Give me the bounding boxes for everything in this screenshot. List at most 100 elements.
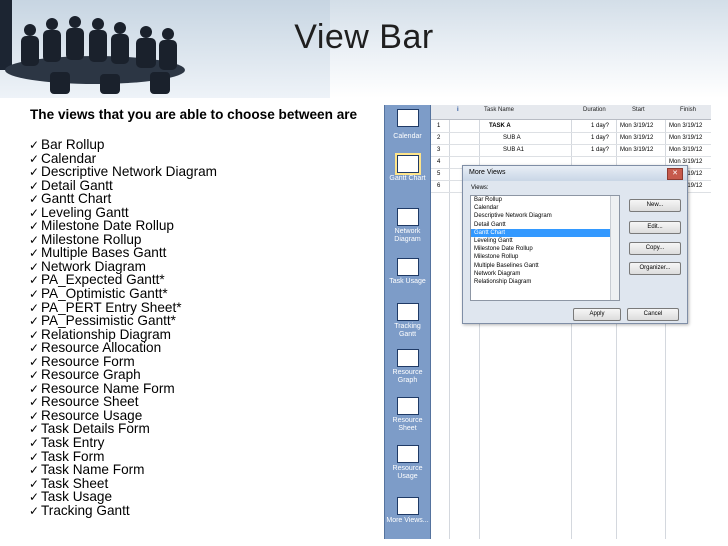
close-icon[interactable]: ✕ bbox=[667, 168, 683, 180]
new-button[interactable]: New... bbox=[629, 199, 681, 212]
view-list-item: ✓ Milestone Date Rollup bbox=[29, 219, 217, 233]
view-list-item: ✓ Milestone Rollup bbox=[29, 233, 217, 247]
row-id: 6 bbox=[437, 183, 441, 189]
intro-text: The views that you are able to choose be… bbox=[30, 107, 358, 122]
checkmark-icon: ✓ bbox=[29, 151, 40, 166]
tracking-gantt-icon bbox=[396, 303, 419, 321]
listbox-item[interactable]: Gantt Chart bbox=[471, 228, 619, 237]
view-list-item: ✓ Resource Sheet bbox=[29, 395, 217, 409]
viewbar-item-label: More Views... bbox=[386, 517, 429, 524]
listbox-item[interactable]: Milestone Rollup bbox=[471, 253, 619, 261]
calendar-grid-icon bbox=[396, 109, 419, 127]
views-listbox[interactable]: Bar Rollup Calendar Descriptive Network Di… bbox=[470, 195, 620, 301]
info-icon[interactable]: i bbox=[457, 107, 459, 113]
view-list-item: ✓ Multiple Bases Gantt bbox=[29, 246, 217, 260]
viewbar-item-label: Tracking Gantt bbox=[394, 323, 421, 338]
edit-button[interactable]: Edit... bbox=[629, 221, 681, 234]
viewbar-item-resource-graph[interactable]: Resource Graph bbox=[385, 349, 430, 385]
dialog-title-bar: More Views ✕ bbox=[463, 166, 687, 181]
checkmark-icon: ✓ bbox=[29, 259, 40, 274]
page-title: View Bar bbox=[294, 18, 434, 56]
apply-button[interactable]: Apply bbox=[573, 308, 621, 321]
checkmark-icon: ✓ bbox=[29, 138, 40, 152]
dialog-title: More Views bbox=[469, 169, 506, 176]
checkmark-icon: ✓ bbox=[29, 422, 40, 437]
row-id: 5 bbox=[437, 171, 441, 177]
cancel-button[interactable]: Cancel bbox=[627, 308, 679, 321]
view-bar: Calendar Gantt Chart Network Diagram Tas… bbox=[384, 105, 431, 539]
listbox-item[interactable]: Milestone Date Rollup bbox=[471, 245, 619, 253]
row-id: 4 bbox=[437, 159, 441, 165]
checkmark-icon: ✓ bbox=[29, 354, 40, 369]
more-views-icon bbox=[396, 497, 419, 515]
column-duration[interactable]: Duration bbox=[583, 107, 606, 113]
resource-usage-icon bbox=[396, 445, 419, 463]
viewbar-item-calendar[interactable]: Calendar bbox=[385, 133, 430, 141]
column-start[interactable]: Start bbox=[632, 107, 645, 113]
cell-duration: 1 day? bbox=[591, 135, 610, 141]
listbox-item[interactable]: Descriptive Network Diagram bbox=[471, 212, 619, 220]
view-list-item: ✓ Gantt Chart bbox=[29, 192, 217, 206]
view-list-item: ✓ Task Sheet bbox=[29, 476, 217, 490]
view-list-item: ✓ Calendar bbox=[29, 151, 217, 166]
cell-duration: 1 day? bbox=[591, 147, 610, 153]
gantt-chart-icon bbox=[394, 153, 421, 175]
view-list-item: ✓ Task Details Form bbox=[29, 422, 217, 436]
row-id: 1 bbox=[437, 123, 441, 129]
checkmark-icon: ✓ bbox=[29, 246, 40, 261]
cell-start: Mon 3/19/12 bbox=[620, 123, 654, 129]
view-list-item: ✓ Resource Usage bbox=[29, 409, 217, 423]
view-list-item: ✓ Resource Form bbox=[29, 354, 217, 369]
checkmark-icon: ✓ bbox=[29, 449, 40, 464]
copy-button[interactable]: Copy... bbox=[629, 242, 681, 255]
view-list-item: ✓ Network Diagram bbox=[29, 260, 217, 274]
viewbar-top-icon[interactable] bbox=[385, 109, 430, 129]
viewbar-item-resource-usage[interactable]: Resource Usage bbox=[385, 445, 430, 481]
checkmark-icon: ✓ bbox=[29, 341, 40, 356]
listbox-item[interactable]: Network Diagram bbox=[471, 270, 619, 278]
checkmark-icon: ✓ bbox=[29, 327, 40, 342]
checkmark-icon: ✓ bbox=[29, 395, 40, 410]
checkmark-icon: ✓ bbox=[29, 165, 40, 180]
viewbar-item-more-views[interactable]: More Views... bbox=[385, 497, 430, 525]
checkmark-icon: ✓ bbox=[29, 273, 40, 288]
viewbar-item-label: Network Diagram bbox=[394, 228, 421, 243]
view-list-item: ✓ Relationship Diagram bbox=[29, 327, 217, 342]
column-finish[interactable]: Finish bbox=[680, 107, 696, 113]
header: View Bar bbox=[0, 0, 728, 98]
cell-task-name: SUB A1 bbox=[503, 147, 525, 153]
viewbar-item-label: Resource Sheet bbox=[392, 417, 423, 432]
listbox-scrollbar[interactable] bbox=[610, 196, 619, 300]
network-diagram-icon bbox=[396, 208, 419, 226]
grid-header: i Task Name Duration Start Finish bbox=[431, 105, 711, 120]
listbox-item[interactable]: Leveling Gantt bbox=[471, 237, 619, 245]
view-list-item: ✓ PA_Optimistic Gantt* bbox=[29, 287, 217, 301]
view-list-item: ✓ Task Entry bbox=[29, 436, 217, 450]
view-list-item: ✓ Tracking Gantt bbox=[29, 503, 217, 517]
listbox-item[interactable]: Multiple Baselines Gantt bbox=[471, 262, 619, 270]
column-task-name[interactable]: Task Name bbox=[484, 107, 514, 113]
views-list: ✓ Bar Rollup ✓ Calendar ✓ Descriptive Network… bbox=[29, 138, 217, 518]
view-list-item: ✓ Detail Gantt bbox=[29, 178, 217, 192]
cell-task-name: SUB A bbox=[503, 135, 521, 141]
listbox-item[interactable]: Calendar bbox=[471, 204, 619, 212]
viewbar-item-label: Task Usage bbox=[389, 278, 426, 285]
cell-finish: Mon 3/19/12 bbox=[669, 135, 703, 141]
cell-finish: Mon 3/19/12 bbox=[669, 123, 703, 129]
listbox-item[interactable]: Relationship Diagram bbox=[471, 278, 619, 286]
viewbar-item-resource-sheet[interactable]: Resource Sheet bbox=[385, 397, 430, 433]
viewbar-item-task-usage[interactable]: Task Usage bbox=[385, 258, 430, 286]
cell-task-name: TASK A bbox=[489, 123, 511, 129]
organizer-button[interactable]: Organizer... bbox=[629, 262, 681, 275]
viewbar-item-tracking-gantt[interactable]: Tracking Gantt bbox=[385, 303, 430, 339]
resource-sheet-icon bbox=[396, 397, 419, 415]
checkmark-icon: ✓ bbox=[29, 219, 40, 234]
viewbar-item-network-diagram[interactable]: Network Diagram bbox=[385, 208, 430, 244]
listbox-item[interactable]: Detail Gantt bbox=[471, 221, 619, 229]
resource-graph-icon bbox=[396, 349, 419, 367]
viewbar-item-gantt-chart[interactable]: Gantt Chart bbox=[385, 153, 430, 183]
cell-duration: 1 day? bbox=[591, 123, 610, 129]
listbox-item[interactable]: Bar Rollup bbox=[471, 196, 619, 204]
view-list-item: ✓ Task Usage bbox=[29, 490, 217, 504]
task-usage-icon bbox=[396, 258, 419, 276]
